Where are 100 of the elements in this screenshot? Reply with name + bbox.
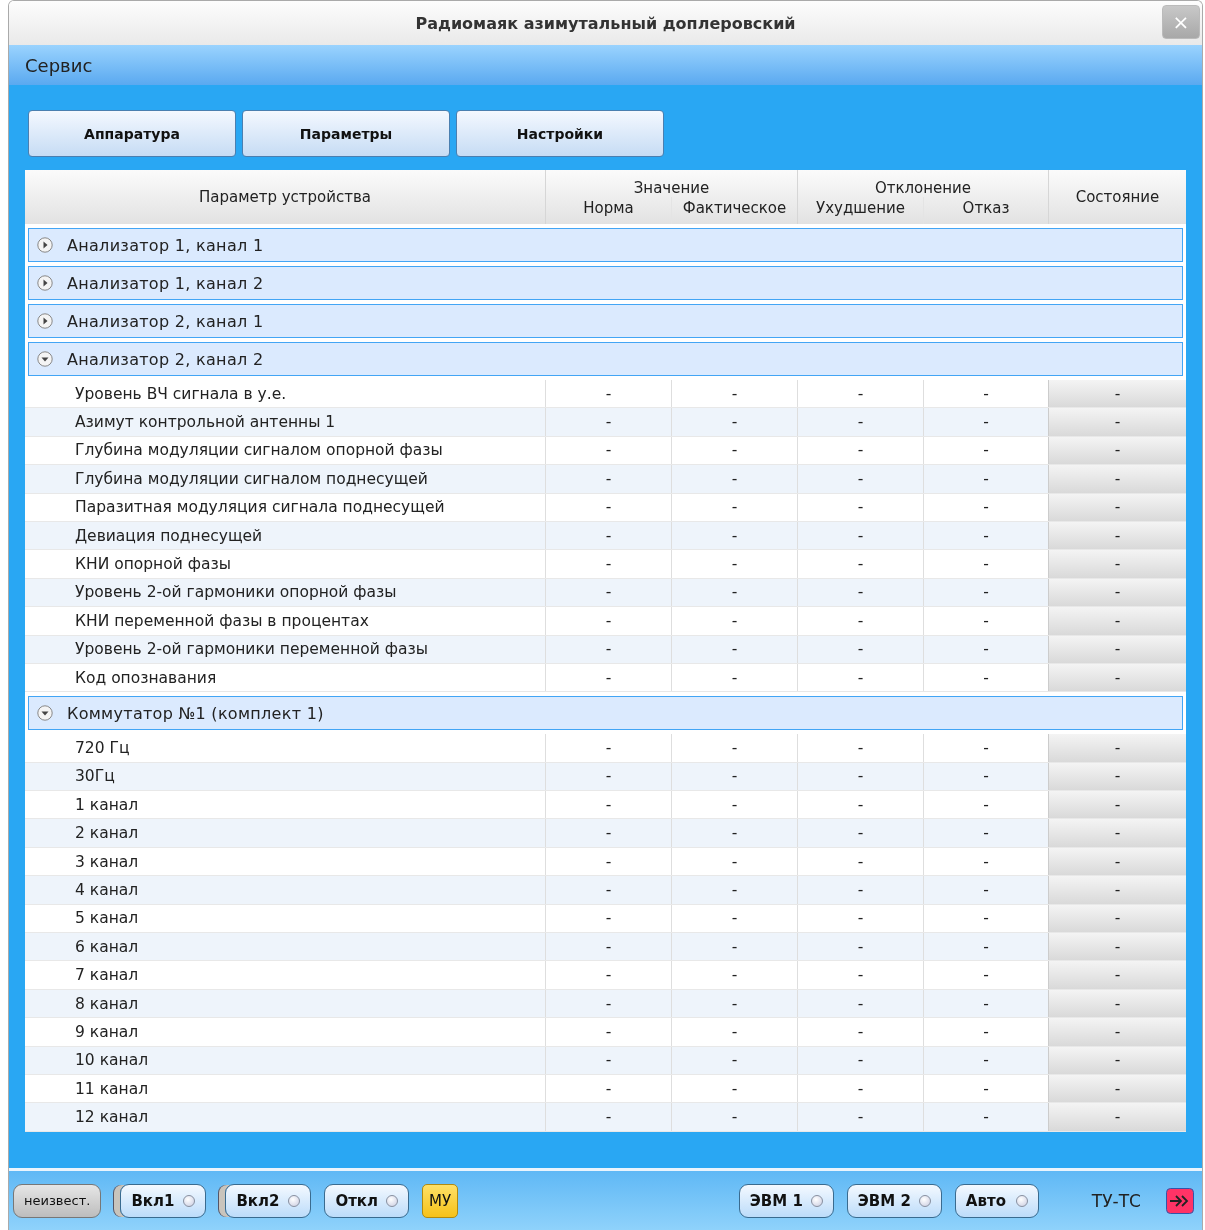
group-row[interactable]: Анализатор 2, канал 1 [28,304,1183,338]
state-cell: - [1048,876,1186,904]
table-cell: - [671,989,797,1018]
mode-button[interactable]: МУ [422,1183,459,1218]
table-cell: - [671,663,797,692]
table-cell: - [671,819,797,847]
state-cell: - [1048,465,1186,493]
table-cell: - [545,933,671,961]
table-cell: - [545,408,671,436]
table-cell: - [545,1103,671,1131]
parameter-name: Глубина модуляции сигналом опорной фазы [74,440,444,462]
tab-button[interactable]: Параметры [242,110,450,157]
state-cell: - [1048,607,1186,635]
state-cell: - [1048,578,1186,607]
collapse-icon[interactable] [37,351,53,367]
table-cell: - [797,1075,923,1103]
table-cell: - [671,904,797,933]
table-cell: - [545,1018,671,1046]
table-cell: - [545,521,671,550]
parameter-name: КНИ опорной фазы [74,554,232,576]
parameter-name: Уровень 2-ой гармоники опорной фазы [74,582,398,604]
column-header: Состояние [1048,170,1186,224]
table-cell: - [545,876,671,904]
table-cell: - [797,436,923,465]
menu-item[interactable]: Сервис [25,54,93,76]
group-row[interactable]: Анализатор 2, канал 2 [28,342,1183,376]
parameter-name: 4 канал [74,879,140,901]
table-cell: - [671,1103,797,1131]
status-button[interactable]: ЭВМ 2 [846,1183,942,1218]
status-button[interactable]: ЭВМ 1 [738,1183,834,1218]
table-cell: - [545,847,671,876]
table-cell: - [671,436,797,465]
expand-icon[interactable] [37,275,53,291]
parameter-name: Код опознавания [74,667,218,689]
table-cell: - [797,847,923,876]
status-button[interactable]: Авто [954,1183,1039,1218]
expand-icon[interactable] [37,237,53,253]
table-cell: - [797,1018,923,1046]
state-cell: - [1048,847,1186,876]
parameter-name: 10 канал [74,1050,150,1072]
state-cell: - [1048,1103,1186,1131]
table-cell: - [671,791,797,819]
table-cell: - [797,734,923,762]
table-cell: - [797,663,923,692]
table-cell: - [671,493,797,521]
table-cell: - [545,904,671,933]
state-cell: - [1048,933,1186,961]
state-cell: - [1048,961,1186,989]
table-cell: - [671,933,797,961]
parameter-name: 5 канал [74,908,140,930]
column-group-header: Отклонение [797,170,1048,197]
table-cell: - [797,989,923,1018]
group-row[interactable]: Коммутатор №1 (комплект 1) [28,696,1183,731]
status-button[interactable]: Откл [324,1183,409,1218]
table-cell: - [545,465,671,493]
table-cell: - [797,1103,923,1131]
parameter-name: 11 канал [74,1078,150,1100]
table-cell: - [545,663,671,692]
state-cell: - [1048,734,1186,762]
collapse-icon[interactable] [37,705,53,722]
table-cell: - [797,493,923,521]
parameter-name: Уровень ВЧ сигнала в у.е. [74,383,288,405]
status-button[interactable]: неизвест. [13,1183,102,1218]
table-cell: - [545,493,671,521]
group-label: Анализатор 2, канал 1 [67,311,264,331]
table-cell: - [545,436,671,465]
state-cell: - [1048,762,1186,791]
state-cell: - [1048,663,1186,692]
table-cell: - [671,734,797,762]
table-cell: - [671,408,797,436]
table-cell: - [671,876,797,904]
table-cell: - [545,578,671,607]
parameter-name: Азимут контрольной антенны 1 [74,412,337,434]
table-cell: - [797,380,923,408]
tab-button[interactable]: Настройки [456,110,664,157]
expand-icon[interactable] [37,313,53,329]
table-cell: - [797,521,923,550]
table-cell: - [671,1018,797,1046]
table-cell: - [797,1046,923,1074]
group-label: Коммутатор №1 (комплект 1) [67,703,324,723]
group-label: Анализатор 1, канал 2 [67,273,264,293]
table-cell: - [545,1075,671,1103]
group-row[interactable]: Анализатор 1, канал 1 [28,228,1183,262]
state-cell: - [1048,436,1186,465]
parameter-name: Уровень 2-ой гармоники переменной фазы [74,639,430,661]
parameter-name: 6 канал [74,936,140,958]
table-cell: - [797,819,923,847]
table-cell: - [545,819,671,847]
group-row[interactable]: Анализатор 1, канал 2 [28,266,1183,300]
tab-button[interactable]: Аппаратура [28,110,236,157]
table-cell: - [671,762,797,791]
state-cell: - [1048,791,1186,819]
table-cell: - [671,847,797,876]
parameter-name: 7 канал [74,965,140,987]
parameter-name: 1 канал [74,794,140,816]
state-cell: - [1048,1075,1186,1103]
table-cell: - [671,1046,797,1074]
column-header: Фактическое [671,197,797,224]
parameter-name: 8 канал [74,993,140,1015]
table-cell: - [545,1046,671,1074]
